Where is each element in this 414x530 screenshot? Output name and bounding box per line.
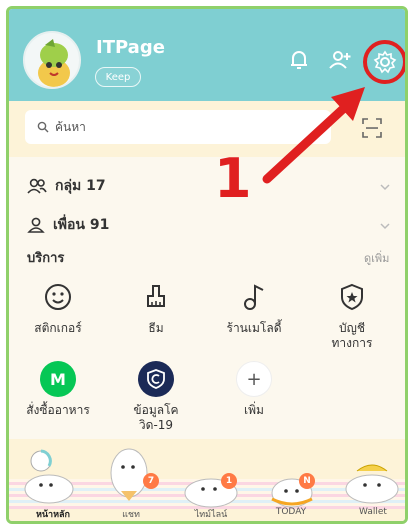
nav-today[interactable]: TODAY xyxy=(261,507,321,517)
today-badge: N xyxy=(299,473,315,489)
line-man-icon: M xyxy=(40,361,76,397)
friends-label: เพื่อน xyxy=(53,217,85,233)
service-label: ข้อมูลโค วิด-19 xyxy=(133,403,179,432)
qr-scan-icon[interactable] xyxy=(361,117,383,139)
group-icon xyxy=(27,178,47,194)
groups-count: 17 xyxy=(86,178,106,194)
chevron-down-icon[interactable] xyxy=(379,220,391,232)
chevron-down-icon[interactable] xyxy=(379,181,391,193)
friends-count: 91 xyxy=(89,217,110,233)
friends-row[interactable]: เพื่อน 91 xyxy=(27,212,109,238)
service-label: สติกเกอร์ xyxy=(34,321,82,335)
shield-star-icon xyxy=(334,279,370,315)
chat-badge: 7 xyxy=(143,473,159,489)
covid-shield-icon xyxy=(138,361,174,397)
service-official-accounts[interactable]: บัญชี ทางการ xyxy=(309,279,395,351)
search-bar-area: ค้นหา xyxy=(9,101,405,157)
nav-chat[interactable]: แชท xyxy=(101,507,161,521)
service-label: สั่งซื้ออาหาร xyxy=(26,403,90,417)
groups-label: กลุ่ม xyxy=(55,178,82,194)
profile-header: ITPage Keep xyxy=(9,9,405,101)
service-label: เพิ่ม xyxy=(244,403,264,417)
service-label: ธีม xyxy=(148,321,164,335)
theme-brush-icon xyxy=(138,279,174,315)
search-input[interactable]: ค้นหา xyxy=(25,110,331,144)
service-label: บัญชี ทางการ xyxy=(331,321,373,350)
groups-row[interactable]: กลุ่ม 17 xyxy=(27,173,106,199)
service-label: ร้านเมโลดี้ xyxy=(226,321,282,335)
annotation-step-number: 1 xyxy=(214,147,252,210)
music-note-icon xyxy=(236,279,272,315)
plus-icon: + xyxy=(236,361,272,397)
nav-timeline[interactable]: ไทม์ไลน์ xyxy=(181,507,241,521)
timeline-badge: 1 xyxy=(221,473,237,489)
search-icon xyxy=(37,121,49,133)
bell-icon[interactable] xyxy=(286,47,312,73)
keep-button[interactable]: Keep xyxy=(95,67,141,87)
service-food-order[interactable]: M สั่งซื้ออาหาร xyxy=(15,361,101,418)
search-placeholder: ค้นหา xyxy=(55,119,86,134)
highlight-circle xyxy=(363,40,405,84)
service-themes[interactable]: ธีม xyxy=(113,279,199,336)
service-covid-info[interactable]: ข้อมูลโค วิด-19 xyxy=(113,361,199,433)
see-more-link[interactable]: ดูเพิ่ม xyxy=(364,249,389,267)
app-frame: ITPage Keep ค้นหา 1 กลุ่ม 17 เพื่อน 91 บ… xyxy=(6,6,408,524)
nav-wallet[interactable]: Wallet xyxy=(343,507,403,517)
avatar[interactable] xyxy=(23,31,81,89)
add-friend-icon[interactable] xyxy=(327,47,353,73)
smiley-icon xyxy=(40,279,76,315)
service-stickers[interactable]: สติกเกอร์ xyxy=(15,279,101,336)
friend-icon xyxy=(27,217,45,233)
service-melody[interactable]: ร้านเมโลดี้ xyxy=(211,279,297,336)
services-title: บริการ xyxy=(27,251,65,266)
service-add-more[interactable]: + เพิ่ม xyxy=(211,361,297,418)
profile-name: ITPage xyxy=(96,37,165,58)
wallet-mascot-icon[interactable] xyxy=(339,457,405,507)
home-mascot-icon[interactable] xyxy=(19,447,79,505)
nav-home[interactable]: หน้าหลัก xyxy=(23,507,83,521)
